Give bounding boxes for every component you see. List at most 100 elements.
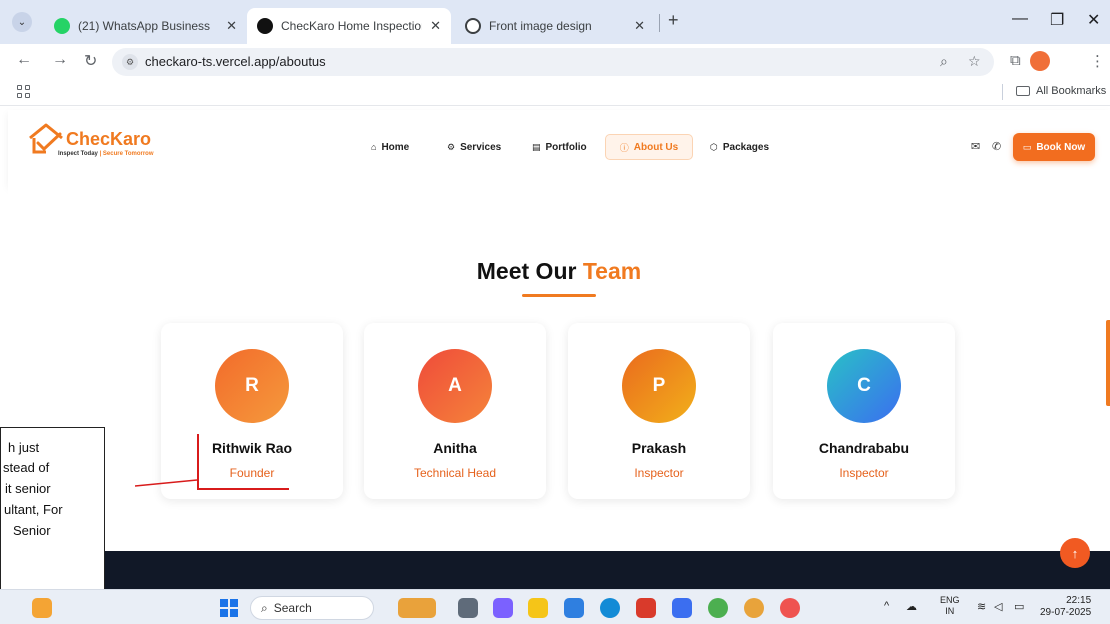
close-tab-icon[interactable]: ✕ xyxy=(634,18,645,34)
url-text[interactable]: checkaro-ts.vercel.app/aboutus xyxy=(145,54,326,69)
restore-icon[interactable]: ❐ xyxy=(1050,10,1064,30)
tab-search-chevron-icon[interactable]: ⌄ xyxy=(12,12,32,32)
member-role: Inspector xyxy=(634,466,684,480)
nav-packages[interactable]: ⬡ Packages xyxy=(700,134,779,160)
member-name: Chandrababu xyxy=(818,440,910,456)
bookmarks-bar: All Bookmarks xyxy=(0,78,1110,106)
battery-icon[interactable]: ▭ xyxy=(1014,600,1024,613)
wifi-icon[interactable]: ≋ xyxy=(977,600,986,613)
site-navbar: ChecKaro Inspect Today | Secure Tomorrow… xyxy=(8,110,1110,186)
volume-icon[interactable]: ◁ xyxy=(994,600,1002,613)
close-tab-icon[interactable]: ✕ xyxy=(430,18,441,34)
tab-title: ChecKaro Home Inspection - In xyxy=(281,19,422,33)
search-icon: ⌕ xyxy=(261,600,268,615)
site-favicon-icon xyxy=(257,18,273,34)
tab-front-image-design[interactable]: Front image design ✕ xyxy=(455,8,655,44)
nav-label: Portfolio xyxy=(545,141,587,153)
heading-underline xyxy=(522,294,596,297)
mail-icon[interactable]: ✉ xyxy=(971,140,980,153)
folder-icon xyxy=(1016,86,1030,96)
nav-services[interactable]: ⚙ Services xyxy=(437,134,511,160)
member-name: Rithwik Rao xyxy=(211,440,293,456)
zoom-icon[interactable]: ⌕ xyxy=(940,53,948,70)
annotation-text: ultant, For xyxy=(4,502,63,517)
close-window-icon[interactable]: ✕ xyxy=(1087,10,1100,30)
apps-grid-icon[interactable] xyxy=(17,85,31,99)
windows-start-icon[interactable] xyxy=(220,599,238,617)
close-tab-icon[interactable]: ✕ xyxy=(226,18,237,34)
nav-home[interactable]: ⌂ Home xyxy=(361,134,419,160)
browser-tab-strip: ⌄ (21) WhatsApp Business ✕ ChecKaro Home… xyxy=(0,0,1110,44)
avatar: R xyxy=(215,349,289,423)
box-icon: ⬡ xyxy=(710,141,718,152)
minimize-icon[interactable]: — xyxy=(1012,10,1028,28)
chrome-profile-icon[interactable] xyxy=(744,598,764,618)
tab-title: (21) WhatsApp Business xyxy=(78,19,211,33)
wps-icon[interactable] xyxy=(636,598,656,618)
mylo-icon[interactable] xyxy=(672,598,692,618)
nav-about-us[interactable]: ⓘ About Us xyxy=(605,134,693,160)
annotation-comment-box: h just stead of it senior ultant, For Se… xyxy=(0,427,105,600)
store-icon[interactable] xyxy=(564,598,584,618)
chrome-active-icon[interactable] xyxy=(780,598,800,618)
address-bar[interactable]: ⚙ checkaro-ts.vercel.app/aboutus ⌕ ☆ xyxy=(112,48,994,76)
annotation-text: Senior xyxy=(13,523,51,538)
nav-label: Services xyxy=(460,141,502,153)
new-tab-icon[interactable]: + xyxy=(668,10,679,31)
heading-main: Meet Our xyxy=(476,258,577,284)
calendar-icon: ▭ xyxy=(1022,141,1032,152)
forward-icon[interactable]: → xyxy=(52,51,68,69)
team-card: P Prakash Inspector xyxy=(568,323,750,499)
info-icon: ⓘ xyxy=(619,142,629,153)
taskbar-search[interactable]: ⌕ Search xyxy=(250,596,374,620)
browser-toolbar: ← → ↻ ⚙ checkaro-ts.vercel.app/aboutus ⌕… xyxy=(0,44,1110,78)
extensions-icon[interactable]: ⧉ xyxy=(1010,52,1021,69)
tab-checkaro[interactable]: ChecKaro Home Inspection - In ✕ xyxy=(247,8,451,44)
site-info-icon[interactable]: ⚙ xyxy=(122,54,138,70)
all-bookmarks-button[interactable]: All Bookmarks xyxy=(1016,85,1106,97)
edge-icon[interactable] xyxy=(600,598,620,618)
more-menu-icon[interactable]: ⋮ xyxy=(1090,52,1105,70)
member-role: Inspector xyxy=(839,466,889,480)
nav-label: About Us xyxy=(633,141,679,153)
scroll-to-top-button[interactable]: ↑ xyxy=(1060,538,1090,568)
logo-tagline: Inspect Today | Secure Tomorrow xyxy=(58,151,154,157)
tab-whatsapp[interactable]: (21) WhatsApp Business ✕ xyxy=(44,8,247,44)
annotation-text: it senior xyxy=(5,481,51,496)
weather-widget-icon[interactable] xyxy=(32,598,52,618)
tab-title: Front image design xyxy=(489,19,592,33)
arrow-up-icon: ↑ xyxy=(1071,545,1079,561)
team-card: R Rithwik Rao Founder xyxy=(161,323,343,499)
nav-label: Home xyxy=(381,141,410,153)
member-name: Anitha xyxy=(433,440,477,456)
profile-avatar[interactable] xyxy=(1030,51,1050,71)
team-section: Meet Our Team R Rithwik Rao Founder A An… xyxy=(8,186,1110,551)
bookmark-star-icon[interactable]: ☆ xyxy=(968,53,981,70)
phone-icon[interactable]: ✆ xyxy=(992,140,1001,153)
checkaro-logo[interactable]: ChecKaro Inspect Today | Secure Tomorrow xyxy=(26,122,186,162)
logo-name: ChecKaro xyxy=(66,129,152,149)
tab-divider xyxy=(659,14,660,32)
reload-icon[interactable]: ↻ xyxy=(84,51,97,71)
cloud-icon[interactable]: ☁ xyxy=(906,600,917,613)
system-clock[interactable]: 22:15 29-07-2025 xyxy=(1040,595,1091,619)
news-widget-icon[interactable] xyxy=(398,598,436,618)
task-view-icon[interactable] xyxy=(458,598,478,618)
show-hidden-icons[interactable]: ^ xyxy=(884,600,889,612)
side-tab-edge[interactable] xyxy=(1106,320,1110,406)
chrome-icon[interactable] xyxy=(708,598,728,618)
file-explorer-icon[interactable] xyxy=(528,598,548,618)
windows-taskbar: ⌕ Search ^ ☁ ENG IN ≋ ◁ ▭ 22:15 29-07-20… xyxy=(0,589,1110,624)
whatsapp-icon xyxy=(54,18,70,34)
nav-portfolio[interactable]: ▤ Portfolio xyxy=(522,134,597,160)
language-indicator[interactable]: ENG IN xyxy=(940,595,960,617)
openai-icon xyxy=(465,18,481,34)
clock-time: 22:15 xyxy=(1066,595,1092,606)
language-code: ENG xyxy=(940,595,960,605)
copilot-icon[interactable] xyxy=(493,598,513,618)
logo-tagline-part: Tomorrow xyxy=(124,151,154,157)
book-now-button[interactable]: ▭ Book Now xyxy=(1013,133,1095,161)
back-icon[interactable]: ← xyxy=(16,51,32,69)
avatar: C xyxy=(827,349,901,423)
heading-accent: Team xyxy=(582,258,642,284)
